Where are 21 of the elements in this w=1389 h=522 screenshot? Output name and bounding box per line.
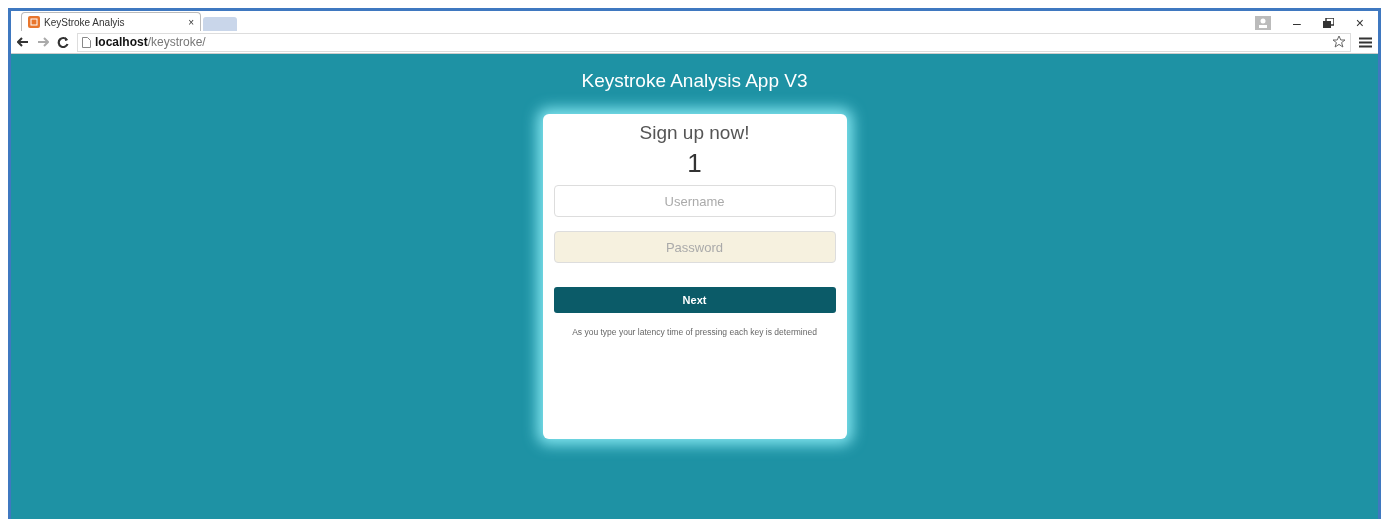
close-button[interactable]: × (1355, 15, 1364, 31)
username-field[interactable]: Username (553, 185, 836, 217)
page-icon (28, 16, 40, 28)
browser-tab[interactable]: KeyStroke Analyis × (21, 12, 201, 31)
form-heading: Sign up now! (638, 122, 751, 144)
page-icon (82, 36, 91, 48)
next-button[interactable]: Next (553, 287, 836, 313)
minimize-button[interactable]: – (1293, 15, 1301, 31)
close-tab-button[interactable]: × (188, 16, 194, 28)
step-number: 1 (686, 148, 703, 179)
url-text: localhost/keystroke/ (95, 35, 206, 49)
menu-icon[interactable] (1359, 36, 1372, 48)
password-field[interactable]: Password (553, 231, 836, 263)
back-icon[interactable] (17, 37, 29, 47)
restore-button[interactable] (1322, 18, 1334, 28)
address-bar[interactable]: localhost/keystroke/ (77, 32, 1351, 52)
reload-icon[interactable] (57, 36, 69, 48)
star-icon[interactable] (1332, 35, 1346, 49)
latency-note: As you type your latency time of pressing each key is determined (571, 327, 818, 339)
tab-title: KeyStroke Analyis (44, 16, 126, 28)
app-title: Keystroke Analysis App V3 (581, 70, 808, 92)
